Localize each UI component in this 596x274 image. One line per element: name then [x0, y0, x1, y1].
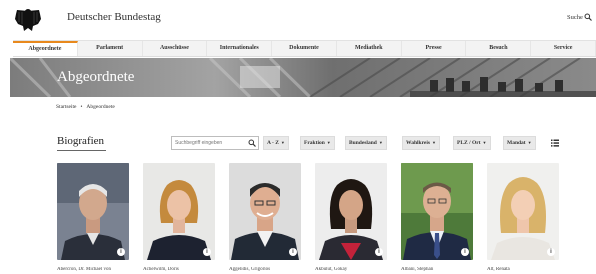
filter-az[interactable]: A - Z ▼ [263, 136, 289, 150]
nav-item-parlament[interactable]: Parlament [78, 41, 143, 56]
breadcrumb-separator: • [80, 104, 83, 110]
nav-item-internationales[interactable]: Internationales [207, 41, 273, 56]
breadcrumb: Startseite • Abgeordnete [56, 104, 115, 110]
info-icon[interactable]: i [461, 248, 469, 256]
member-portrait [229, 163, 301, 260]
member-card[interactable]: i [143, 163, 215, 260]
filter-wahlkreis-label: Wahlkreis [406, 140, 431, 146]
member-name[interactable]: Abercron, Dr. Michael von [57, 267, 129, 274]
search-input[interactable] [175, 138, 243, 148]
chevron-down-icon: ▼ [527, 140, 532, 145]
member-card[interactable]: i [315, 163, 387, 260]
info-icon[interactable]: i [117, 248, 125, 256]
filter-fraktion[interactable]: Fraktion ▼ [300, 136, 335, 150]
member-card[interactable]: i [57, 163, 129, 260]
member-portrait [315, 163, 387, 260]
member-card[interactable]: i [487, 163, 559, 260]
search-icon[interactable] [248, 139, 256, 147]
member-name[interactable]: Aggelidis, Grigorios [229, 267, 301, 274]
chevron-down-icon: ▼ [280, 140, 285, 145]
info-icon[interactable]: i [289, 248, 297, 256]
nav-item-abgeordnete[interactable]: Abgeordnete [13, 41, 78, 56]
federal-eagle-logo[interactable] [14, 5, 42, 33]
filter-bundesland-label: Bundesland [349, 140, 377, 146]
breadcrumb-current: Abgeordnete [86, 104, 115, 110]
page-title: Abgeordnete [57, 69, 135, 85]
header-search-link[interactable]: Suche [567, 14, 583, 21]
chevron-down-icon: ▼ [482, 140, 487, 145]
chevron-down-icon: ▼ [378, 140, 383, 145]
search-field [171, 136, 259, 150]
filter-fraktion-label: Fraktion [304, 140, 325, 146]
info-icon[interactable]: i [375, 248, 383, 256]
list-view-icon[interactable] [551, 139, 559, 147]
chevron-down-icon: ▼ [432, 140, 437, 145]
search-icon[interactable] [584, 13, 592, 21]
chevron-down-icon: ▼ [326, 140, 331, 145]
member-portrait [401, 163, 473, 260]
section-title: Biografien [57, 135, 105, 147]
info-icon[interactable]: i [547, 248, 555, 256]
nav-item-besuch[interactable]: Besuch [466, 41, 532, 56]
filter-bundesland[interactable]: Bundesland ▼ [345, 136, 387, 150]
filter-az-label: A - Z [267, 140, 279, 146]
section-title-underline [57, 150, 106, 151]
filter-wahlkreis[interactable]: Wahlkreis ▼ [402, 136, 441, 150]
member-card[interactable]: i [401, 163, 473, 260]
nav-item-mediathek[interactable]: Mediathek [337, 41, 402, 56]
nav-item-dokumente[interactable]: Dokumente [272, 41, 337, 56]
nav-item-presse[interactable]: Presse [402, 41, 467, 56]
member-name[interactable]: Achelwilm, Doris [143, 267, 215, 274]
member-card[interactable]: i [229, 163, 301, 260]
site-header: Deutscher Bundestag Suche [0, 0, 596, 38]
member-name[interactable]: Albani, Stephan [401, 267, 473, 274]
filter-mandat[interactable]: Mandat ▼ [503, 136, 536, 150]
member-name[interactable]: Alt, Renata [487, 267, 559, 274]
nav-item-ausschuesse[interactable]: Ausschüsse [143, 41, 208, 56]
breadcrumb-home-link[interactable]: Startseite [56, 104, 76, 110]
member-portrait [487, 163, 559, 260]
member-portrait [143, 163, 215, 260]
hero-banner: Abgeordnete [10, 58, 596, 97]
site-title[interactable]: Deutscher Bundestag [67, 11, 161, 23]
filter-mandat-label: Mandat [507, 140, 526, 146]
member-portrait [57, 163, 129, 260]
nav-item-service[interactable]: Service [531, 41, 596, 56]
filter-plz-ort-label: PLZ / Ort [457, 140, 481, 146]
info-icon[interactable]: i [203, 248, 211, 256]
filter-plz-ort[interactable]: PLZ / Ort ▼ [453, 136, 491, 150]
main-navigation: Abgeordnete Parlament Ausschüsse Interna… [13, 40, 596, 57]
member-name[interactable]: Akbulut, Gökay [315, 267, 387, 274]
